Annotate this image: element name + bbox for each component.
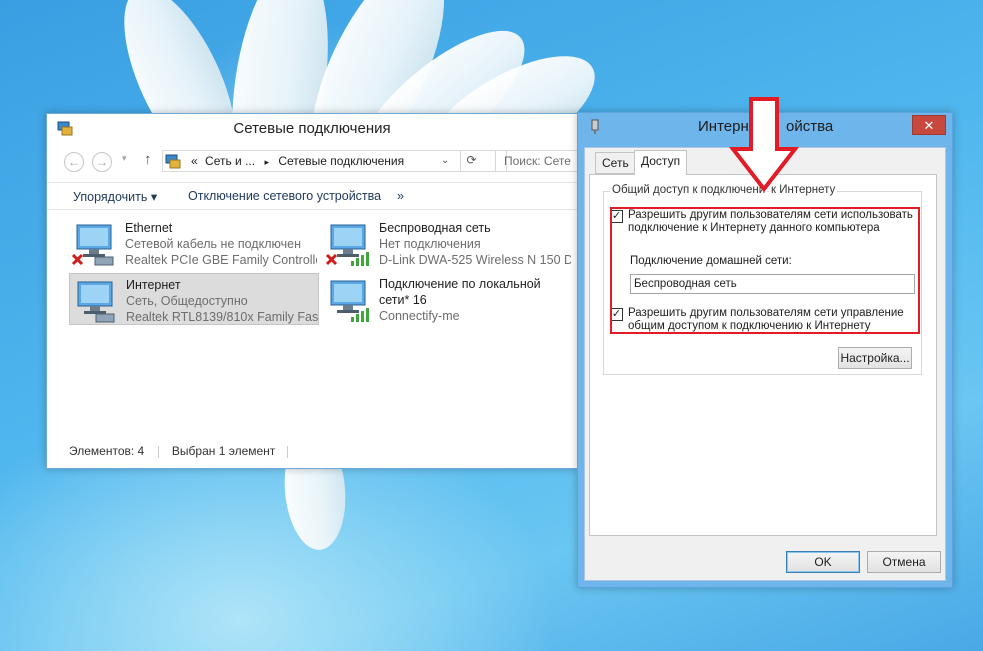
connection-status: Сеть, Общедоступно	[126, 294, 248, 308]
back-arrow-icon[interactable]: ←	[64, 152, 84, 172]
network-folder-icon	[165, 154, 181, 169]
connection-item-internet[interactable]: Интернет Сеть, Общедоступно Realtek RTL813…	[69, 273, 319, 325]
breadcrumb-prefix[interactable]: «	[191, 154, 198, 168]
connection-device: Realtek RTL8139/810x Family Fast ...	[126, 310, 318, 324]
connection-name: Интернет	[126, 278, 181, 292]
tab-network[interactable]: Сеть	[595, 152, 636, 174]
more-commands-button[interactable]: »	[397, 189, 404, 203]
up-arrow-icon[interactable]: ↑	[144, 151, 152, 168]
wireless-network-icon	[330, 280, 369, 322]
connection-name: Беспроводная сеть	[379, 221, 491, 235]
network-adapter-icon	[591, 119, 599, 134]
window-title: Сетевые подключения	[233, 120, 391, 137]
wired-network-icon	[77, 281, 115, 323]
connection-device: Connectify-me	[379, 309, 460, 323]
selected-count: Выбран 1 элемент	[171, 444, 276, 458]
annotation-down-arrow-icon	[729, 97, 799, 193]
address-dropdown-icon[interactable]: ⌄	[441, 151, 449, 171]
settings-button[interactable]: Настройка...	[838, 347, 912, 369]
refresh-icon[interactable]: ⟳	[460, 150, 482, 172]
items-count: Элементов: 4	[69, 444, 145, 458]
connection-device: D-Link DWA-525 Wireless N 150 D...	[379, 253, 571, 267]
breadcrumb-part2[interactable]: Сетевые подключения	[278, 154, 404, 168]
status-bar: Элементов: 4 Выбран 1 элемент	[69, 444, 288, 458]
recent-dropdown-icon[interactable]: ▾	[122, 153, 127, 164]
breadcrumb-separator[interactable]: ▸	[264, 157, 269, 167]
network-connections-window: Сетевые подключения ← → ▾ ↑ « Сеть и ...…	[46, 113, 579, 469]
connection-name: Ethernet	[125, 221, 173, 235]
disable-device-button[interactable]: Отключение сетевого устройства	[188, 189, 381, 203]
forward-arrow-icon[interactable]: →	[92, 152, 112, 172]
breadcrumb-part1[interactable]: Сеть и ...	[205, 154, 255, 168]
annotation-highlight-box	[610, 207, 920, 334]
connection-item-wireless[interactable]: Беспроводная сеть Нет подключения D-Link D…	[323, 217, 573, 269]
address-bar-row: ← → ▾ ↑ « Сеть и ... ▸ Сетевые подключен…	[47, 149, 579, 173]
wired-network-error-icon	[71, 224, 114, 266]
tab-sharing[interactable]: Доступ	[634, 150, 688, 175]
connection-status: Нет подключения	[379, 237, 481, 251]
address-box[interactable]: « Сеть и ... ▸ Сетевые подключения ⌄	[162, 150, 507, 172]
command-bar: Упорядочить ▾ Отключение сетевого устрой…	[47, 182, 577, 210]
connection-status: Сетевой кабель не подключен	[125, 237, 301, 251]
status-divider	[286, 445, 288, 458]
network-folder-icon	[57, 121, 73, 136]
connection-name: Подключение по локальной	[379, 277, 541, 291]
search-input[interactable]: Поиск: Сете	[495, 150, 579, 172]
ok-button[interactable]: OK	[786, 551, 860, 573]
cancel-button[interactable]: Отмена	[867, 551, 941, 573]
close-button[interactable]: ✕	[912, 115, 946, 135]
wireless-network-error-icon	[325, 224, 369, 266]
connection-item-local[interactable]: Подключение по локальной сети* 16 Connecti…	[323, 273, 573, 325]
status-divider	[157, 445, 159, 458]
connection-item-ethernet[interactable]: Ethernet Сетевой кабель не подключен Realt…	[69, 217, 319, 269]
organize-button[interactable]: Упорядочить ▾	[73, 189, 157, 204]
window-titlebar[interactable]: Сетевые подключения	[47, 114, 577, 144]
connection-device: Realtek PCIe GBE Family Controller	[125, 253, 317, 267]
connection-status: сети* 16	[379, 293, 427, 307]
